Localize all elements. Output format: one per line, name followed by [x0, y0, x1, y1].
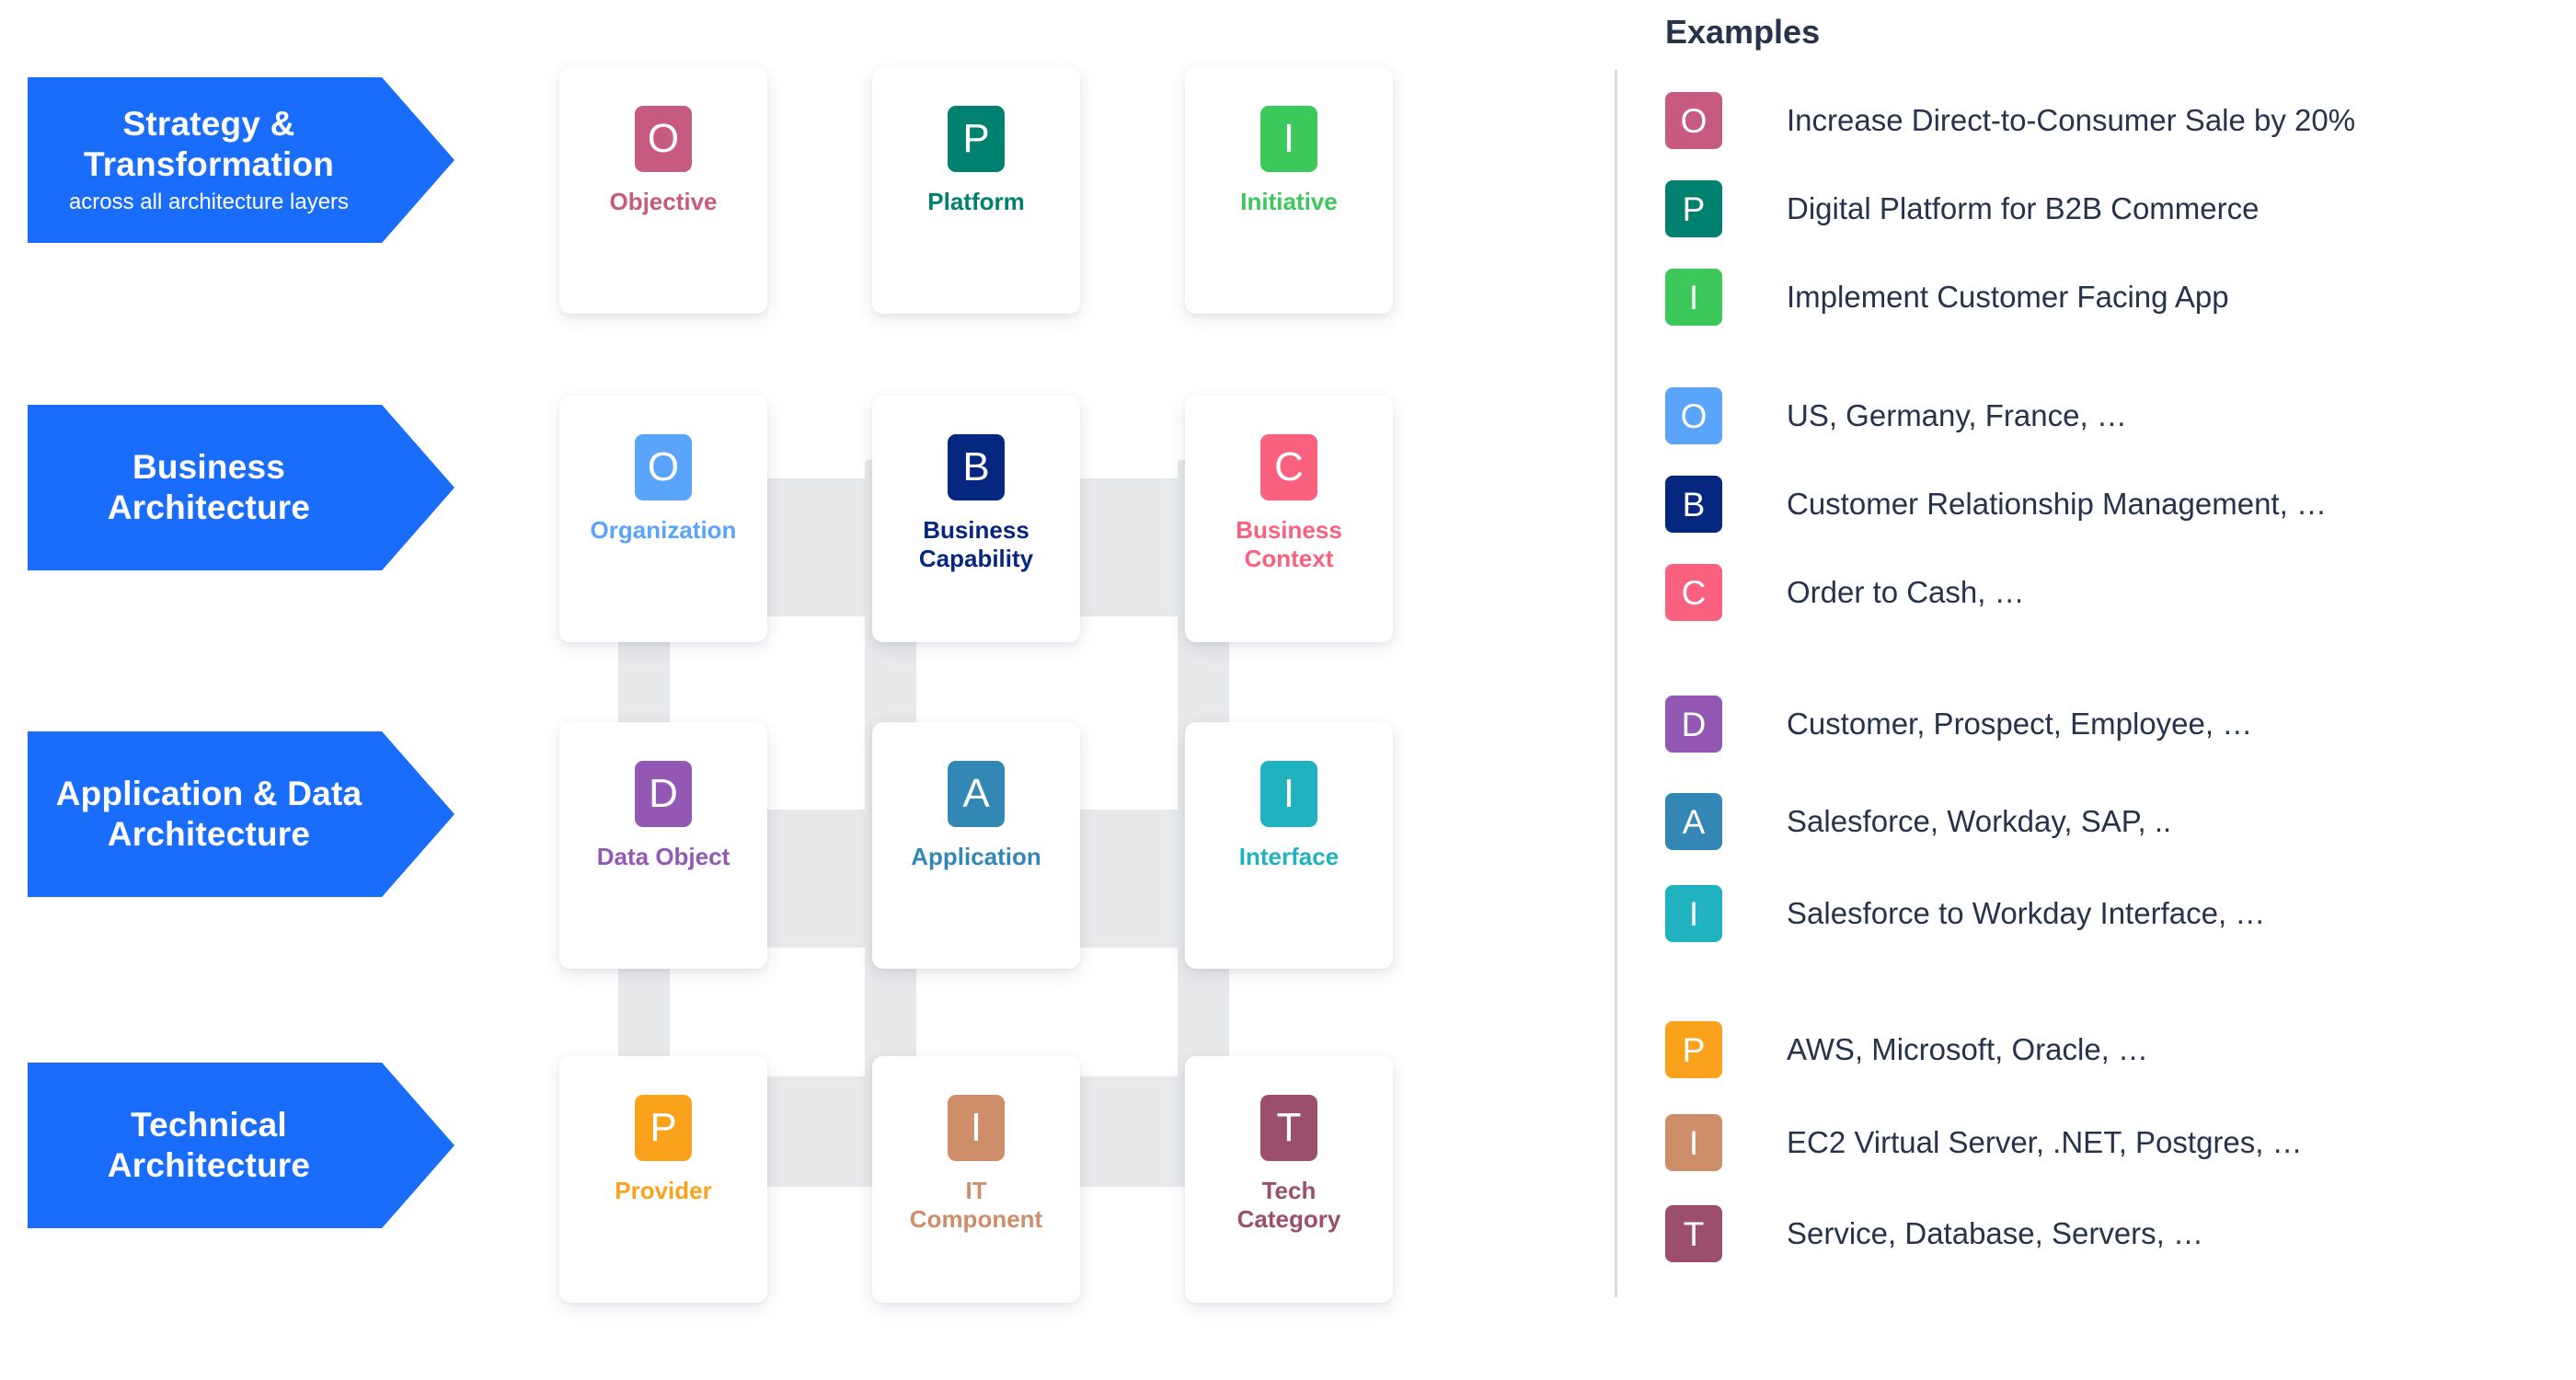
layer-banner-business[interactable]: Business Architecture: [28, 405, 454, 570]
example-tile-icon: O: [1665, 92, 1722, 149]
element-card-platform[interactable]: P Platform: [872, 67, 1080, 314]
example-row[interactable]: O US, Germany, France, …: [1665, 387, 2127, 444]
element-tile-icon: C: [1260, 434, 1317, 500]
example-row[interactable]: B Customer Relationship Management, …: [1665, 476, 2327, 533]
examples-panel-title: Examples: [1665, 13, 1821, 51]
element-tile-icon: I: [1260, 761, 1317, 827]
element-card-label: Organization: [590, 516, 737, 544]
layer-banner-subtitle: across all architecture layers: [68, 190, 350, 215]
element-tile-icon: A: [948, 761, 1005, 827]
architecture-diagram: Strategy & Transformation across all arch…: [0, 0, 2576, 1380]
element-card-interface[interactable]: I Interface: [1185, 722, 1393, 969]
example-text: Order to Cash, …: [1787, 575, 2025, 609]
element-card-tech-category[interactable]: T Tech Category: [1185, 1056, 1393, 1303]
example-tile-icon: O: [1665, 387, 1722, 444]
examples-panel: Examples O Increase Direct-to-Consumer S…: [1615, 0, 2576, 1380]
example-text: Service, Database, Servers, …: [1787, 1216, 2204, 1250]
element-tile-icon: D: [635, 761, 692, 827]
example-row[interactable]: P AWS, Microsoft, Oracle, …: [1665, 1021, 2148, 1078]
element-card-it-component[interactable]: I IT Component: [872, 1056, 1080, 1303]
element-card-application[interactable]: A Application: [872, 722, 1080, 969]
example-row[interactable]: P Digital Platform for B2B Commerce: [1665, 180, 2259, 237]
example-tile-icon: I: [1665, 1114, 1722, 1171]
examples-divider: [1615, 70, 1617, 1297]
example-text: Salesforce, Workday, SAP, ..: [1787, 804, 2172, 838]
element-card-label: Provider: [615, 1177, 712, 1204]
example-text: Implement Customer Facing App: [1787, 280, 2229, 314]
element-tile-icon: O: [635, 106, 692, 172]
example-tile-icon: B: [1665, 476, 1722, 533]
element-card-label: Business Context: [1236, 516, 1342, 572]
example-text: Increase Direct-to-Consumer Sale by 20%: [1787, 103, 2356, 137]
example-row[interactable]: D Customer, Prospect, Employee, …: [1665, 696, 2252, 753]
element-card-initiative[interactable]: I Initiative: [1185, 67, 1393, 314]
element-tile-icon: O: [635, 434, 692, 500]
layer-banner-title: Application & Data Architecture: [55, 775, 362, 853]
layer-banner-title: Strategy & Transformation: [83, 104, 335, 183]
element-tile-icon: I: [948, 1095, 1005, 1161]
element-card-data-object[interactable]: D Data Object: [559, 722, 767, 969]
element-card-objective[interactable]: O Objective: [559, 67, 767, 314]
example-text: US, Germany, France, …: [1787, 398, 2127, 432]
example-row[interactable]: T Service, Database, Servers, …: [1665, 1205, 2203, 1262]
element-card-label: Business Capability: [918, 516, 1034, 572]
example-text: Customer, Prospect, Employee, …: [1787, 707, 2253, 741]
example-row[interactable]: I Salesforce to Workday Interface, …: [1665, 885, 2265, 942]
example-tile-icon: P: [1665, 1021, 1722, 1078]
element-card-business-context[interactable]: C Business Context: [1185, 396, 1393, 642]
example-tile-icon: A: [1665, 793, 1722, 850]
element-card-organization[interactable]: O Organization: [559, 396, 767, 642]
element-card-business-capability[interactable]: B Business Capability: [872, 396, 1080, 642]
element-card-label: Data Object: [596, 843, 730, 870]
layer-banner-strategy[interactable]: Strategy & Transformation across all arch…: [28, 77, 454, 243]
example-text: Digital Platform for B2B Commerce: [1787, 191, 2260, 225]
layer-banner-application-data[interactable]: Application & Data Architecture: [28, 731, 454, 897]
example-row[interactable]: I Implement Customer Facing App: [1665, 269, 2229, 326]
element-card-label: Tech Category: [1236, 1177, 1341, 1233]
layer-banner-title: Technical Architecture: [107, 1106, 311, 1184]
example-tile-icon: C: [1665, 564, 1722, 621]
element-card-provider[interactable]: P Provider: [559, 1056, 767, 1303]
example-text: AWS, Microsoft, Oracle, …: [1787, 1032, 2149, 1066]
element-tile-icon: P: [635, 1095, 692, 1161]
element-card-label: Initiative: [1240, 188, 1338, 215]
element-tile-icon: B: [948, 434, 1005, 500]
example-tile-icon: T: [1665, 1205, 1722, 1262]
element-card-label: Interface: [1238, 843, 1340, 870]
layer-banner-title: Business Architecture: [107, 448, 311, 526]
layer-banner-technical[interactable]: Technical Architecture: [28, 1063, 454, 1228]
example-row[interactable]: O Increase Direct-to-Consumer Sale by 20…: [1665, 92, 2355, 149]
element-card-label: Objective: [609, 188, 718, 215]
example-text: Salesforce to Workday Interface, …: [1787, 896, 2266, 930]
element-card-label: Platform: [927, 188, 1025, 215]
example-row[interactable]: A Salesforce, Workday, SAP, ..: [1665, 793, 2171, 850]
example-tile-icon: I: [1665, 885, 1722, 942]
example-tile-icon: D: [1665, 696, 1722, 753]
example-tile-icon: I: [1665, 269, 1722, 326]
example-text: Customer Relationship Management, …: [1787, 487, 2327, 521]
example-row[interactable]: I EC2 Virtual Server, .NET, Postgres, …: [1665, 1114, 2303, 1171]
example-row[interactable]: C Order to Cash, …: [1665, 564, 2025, 621]
element-tile-icon: P: [948, 106, 1005, 172]
element-tile-icon: I: [1260, 106, 1317, 172]
element-card-label: IT Component: [909, 1177, 1043, 1233]
element-card-label: Application: [911, 843, 1041, 870]
element-tile-icon: T: [1260, 1095, 1317, 1161]
example-tile-icon: P: [1665, 180, 1722, 237]
example-text: EC2 Virtual Server, .NET, Postgres, …: [1787, 1125, 2303, 1159]
